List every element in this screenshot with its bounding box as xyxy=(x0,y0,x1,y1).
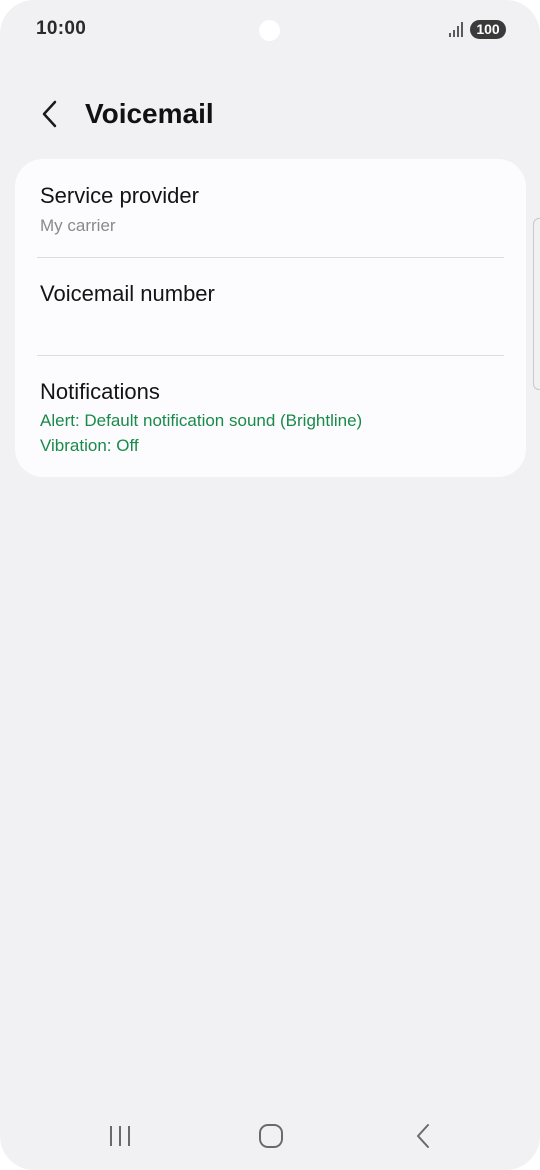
setting-service-provider[interactable]: Service provider My carrier xyxy=(15,159,526,257)
setting-subtitle: My carrier xyxy=(40,216,116,235)
chevron-left-icon xyxy=(42,100,57,128)
phone-screen: 10:00 100 Voicemail Service provider My … xyxy=(0,0,540,1170)
recents-button[interactable] xyxy=(98,1114,142,1158)
status-bar: 10:00 100 xyxy=(0,0,540,60)
back-icon xyxy=(417,1124,429,1148)
scrollbar[interactable] xyxy=(533,218,540,390)
settings-card: Service provider My carrier Voicemail nu… xyxy=(15,159,526,477)
notification-vibration-text: Vibration: Off xyxy=(40,436,139,455)
back-button[interactable] xyxy=(30,94,70,134)
setting-title: Service provider xyxy=(40,183,199,208)
home-icon xyxy=(259,1124,283,1148)
recents-icon xyxy=(110,1126,130,1146)
home-button[interactable] xyxy=(249,1114,293,1158)
notification-alert-text: Alert: Default notification sound (Brigh… xyxy=(40,411,363,430)
setting-notifications[interactable]: Notifications Alert: Default notificatio… xyxy=(15,355,526,477)
setting-title: Notifications xyxy=(40,379,160,404)
app-header: Voicemail xyxy=(0,80,540,150)
camera-cutout xyxy=(259,20,280,41)
signal-icon xyxy=(449,22,463,37)
page-title: Voicemail xyxy=(85,98,214,129)
navigation-bar xyxy=(0,1100,540,1170)
nav-back-button[interactable] xyxy=(401,1114,445,1158)
status-time: 10:00 xyxy=(36,18,87,39)
setting-voicemail-number[interactable]: Voicemail number xyxy=(15,257,526,355)
battery-icon: 100 xyxy=(470,20,506,39)
setting-title: Voicemail number xyxy=(40,281,215,306)
